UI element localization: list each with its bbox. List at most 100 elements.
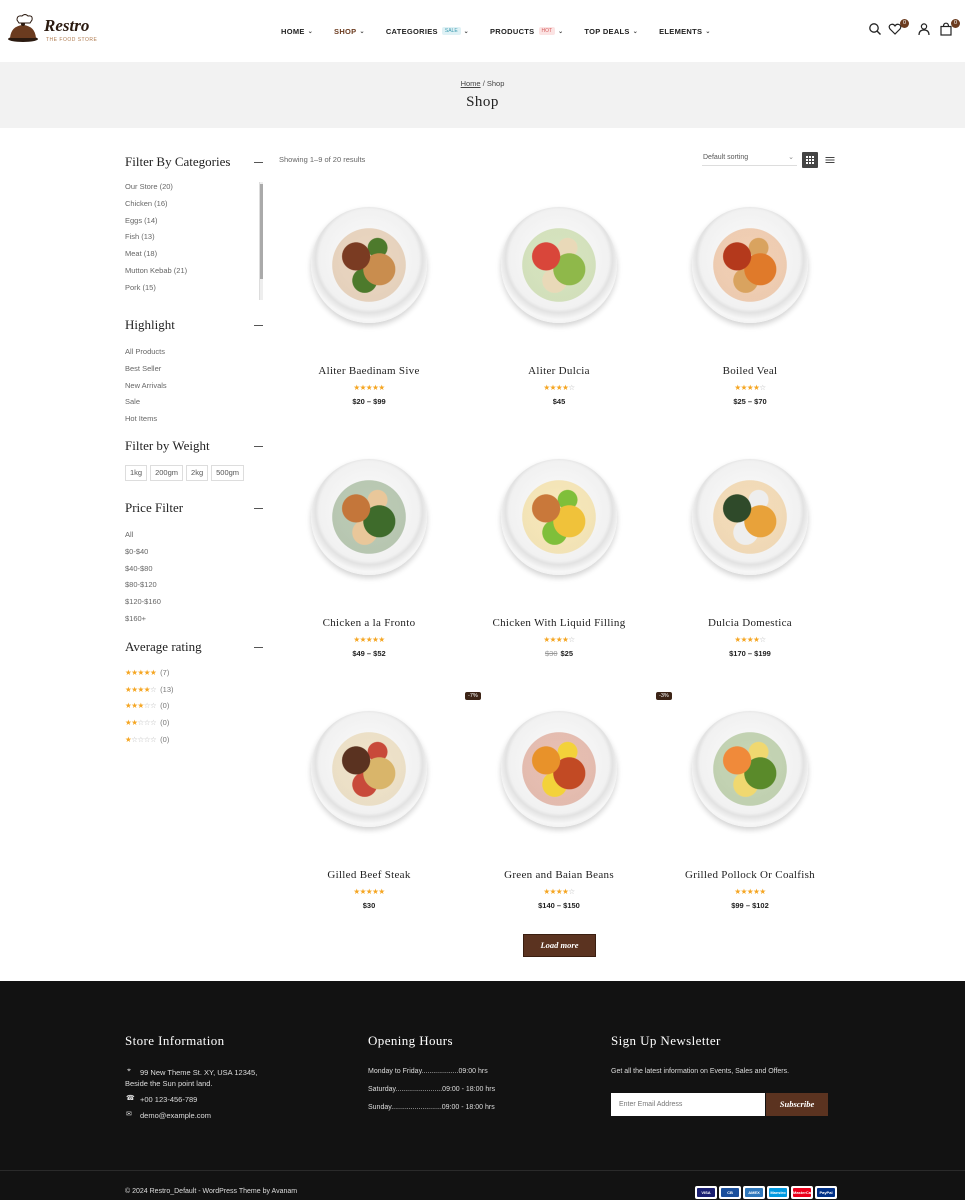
highlight-title-text: Highlight [125,317,175,332]
price-filter-item[interactable]: $0-$40 [125,546,161,563]
product-image-plate[interactable] [692,459,808,575]
product-card[interactable]: -3% Grilled Pollock Or Coalfish ★★★★★ $99 –… [656,692,840,932]
nav-item-categories[interactable]: CATEGORIES SALE ⌄ [386,25,469,37]
grid-view-button[interactable] [802,152,818,168]
weight-filter-title[interactable]: Filter by Weight [125,438,265,454]
hours-list: Monday to Friday...................09:00… [368,1068,568,1122]
weight-chip[interactable]: 500gm [211,465,245,481]
product-card[interactable]: Aliter Dulcia ★★★★☆ $45 [469,188,649,428]
product-rating: ★★★★☆ [469,635,649,644]
rating-filter-row[interactable]: ★★★★★ (7) [125,664,174,681]
product-image-plate[interactable] [692,711,808,827]
price-filter-item[interactable]: All [125,529,161,546]
highlight-filter-item[interactable]: Best Seller [125,363,167,380]
site-logo[interactable]: Restro THE FOOD STORE [6,14,101,48]
wishlist-heart-icon[interactable]: 0 [888,19,909,38]
collapse-minus-icon[interactable] [254,446,263,447]
chef-cloche-icon [8,14,38,42]
nav-item-shop[interactable]: SHOP ⌄ [334,25,365,37]
highlight-title[interactable]: Highlight [125,317,265,333]
nav-item-products[interactable]: PRODUCTS HOT ⌄ [490,25,563,37]
account-user-icon[interactable] [917,22,933,38]
product-rating: ★★★★☆ [660,383,840,392]
product-card[interactable]: Gilled Beef Steak ★★★★★ $30 [279,692,459,932]
price-filter-item[interactable]: $40-$80 [125,563,161,580]
highlight-filter-item[interactable]: All Products [125,346,167,363]
collapse-minus-icon[interactable] [254,162,263,163]
product-name[interactable]: Chicken With Liquid Filling [469,617,649,629]
product-food-image [707,222,793,308]
footer-email[interactable]: demo@example.com [125,1110,275,1121]
subscribe-button[interactable]: Subscribe [766,1093,828,1116]
category-filter-item[interactable]: Chicken (16) [125,198,187,215]
highlight-filter-item[interactable]: Sale [125,396,167,413]
list-view-button[interactable] [822,152,838,168]
category-filter-item[interactable]: Pork (15) [125,282,187,299]
rating-filter-row[interactable]: ★★★☆☆ (0) [125,698,174,715]
price-filter-title-text: Price Filter [125,500,184,515]
rating-filter-row[interactable]: ★★☆☆☆ (0) [125,714,174,731]
category-filter-item[interactable]: Our Store (20) [125,181,187,198]
nav-item-top-deals[interactable]: TOP DEALS ⌄ [584,25,638,37]
breadcrumb-home-link[interactable]: Home [461,79,481,88]
product-image-plate[interactable] [692,207,808,323]
product-card[interactable]: Aliter Baedinam Sive ★★★★★ $20 – $99 [279,188,459,428]
product-image-plate[interactable] [501,459,617,575]
filter-categories-title[interactable]: Filter By Categories [125,154,265,170]
collapse-minus-icon[interactable] [254,508,263,509]
highlight-filter-item[interactable]: New Arrivals [125,380,167,397]
product-name[interactable]: Chicken a la Fronto [279,617,459,629]
product-card[interactable]: Boiled Veal ★★★★☆ $25 – $70 [660,188,840,428]
category-filter-item[interactable]: Mutton Kebab (21) [125,265,187,282]
product-image-plate[interactable] [311,711,427,827]
search-icon[interactable] [868,22,884,38]
category-filter-item[interactable]: Eggs (14) [125,215,187,232]
load-more-button[interactable]: Load more [523,934,596,957]
product-image-plate[interactable] [501,711,617,827]
product-name[interactable]: Aliter Baedinam Sive [279,365,459,377]
product-card[interactable]: -7% Green and Baian Beans ★★★★☆ $140 – $150 [465,692,649,932]
price-filter-item[interactable]: $160+ [125,613,161,630]
page-title: Shop [466,94,499,110]
rating-filter-row[interactable]: ★★★★☆ (13) [125,681,174,698]
nav-item-elements[interactable]: ELEMENTS ⌄ [659,25,711,37]
weight-chip[interactable]: 200gm [150,465,184,481]
newsletter-email-input[interactable]: Enter Email Address [611,1093,765,1116]
price-filter-item[interactable]: $120-$160 [125,596,161,613]
product-name[interactable]: Aliter Dulcia [469,365,649,377]
category-filter-item[interactable]: Fish (13) [125,231,187,248]
product-image-plate[interactable] [501,207,617,323]
average-rating-title[interactable]: Average rating [125,639,265,655]
price-filter-item[interactable]: $80-$120 [125,579,161,596]
product-card[interactable]: Chicken a la Fronto ★★★★★ $49 – $52 [279,440,459,680]
payment-amex-icon: AMEX [743,1186,765,1199]
product-image-plate[interactable] [311,459,427,575]
product-image-plate[interactable] [311,207,427,323]
category-scrollbar-thumb[interactable] [260,184,263,279]
product-old-price: $30 [544,649,558,658]
product-name[interactable]: Grilled Pollock Or Coalfish [660,869,840,881]
product-card[interactable]: Chicken With Liquid Filling ★★★★☆ $30 $25 [469,440,649,680]
category-filter-item[interactable]: Meat (18) [125,248,187,265]
rating-stars-icon: ★☆☆☆☆ [125,735,157,745]
footer-address-row: ⌖ 99 New Theme St. XY, USA 12345, Beside… [125,1067,275,1089]
weight-chip[interactable]: 1kg [125,465,148,481]
highlight-filter-item[interactable]: Hot Items [125,413,167,430]
logo-text: Restro [44,16,90,35]
collapse-minus-icon[interactable] [254,325,263,326]
sort-select[interactable]: Default sorting ⌄ [702,152,797,166]
product-name[interactable]: Boiled Veal [660,365,840,377]
product-card[interactable]: Dulcia Domestica ★★★★☆ $170 – $199 [660,440,840,680]
nav-item-home[interactable]: HOME ⌄ [281,25,313,37]
product-name[interactable]: Gilled Beef Steak [279,869,459,881]
product-food-image [707,474,793,560]
product-name[interactable]: Green and Baian Beans [469,869,649,881]
collapse-minus-icon[interactable] [254,647,263,648]
weight-chip[interactable]: 2kg [186,465,209,481]
product-name[interactable]: Dulcia Domestica [660,617,840,629]
cart-bag-icon[interactable]: 0 [939,19,960,38]
rating-filter-row[interactable]: ★☆☆☆☆ (0) [125,731,174,748]
average-rating-title-text: Average rating [125,639,202,654]
footer-phone[interactable]: +00 123-456-789 [125,1094,275,1105]
price-filter-title[interactable]: Price Filter [125,500,265,516]
